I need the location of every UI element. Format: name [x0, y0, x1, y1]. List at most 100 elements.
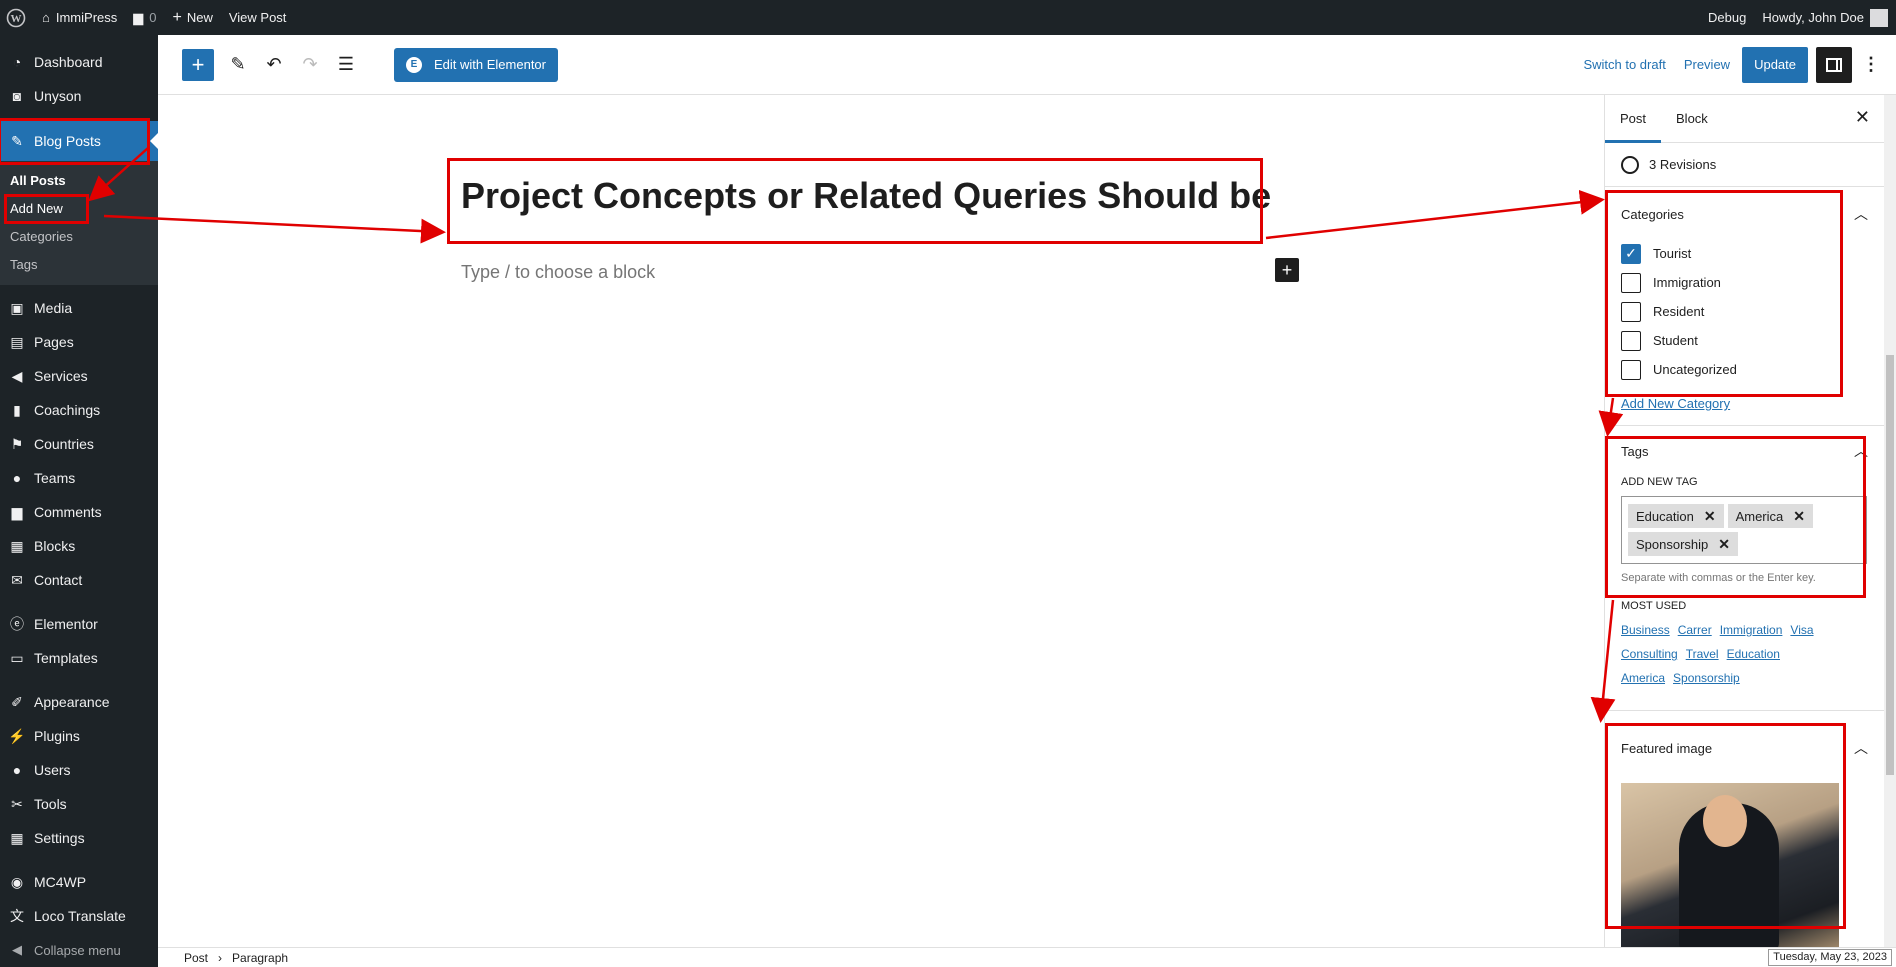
category-item[interactable]: Uncategorized [1605, 355, 1884, 384]
category-item[interactable]: ✓ Tourist [1605, 239, 1884, 268]
categories-panel-header[interactable]: Categories ︿ [1605, 189, 1884, 239]
breadcrumb-post[interactable]: Post [184, 951, 208, 965]
sidebar-item-blocks[interactable]: ▦ Blocks [0, 529, 158, 563]
sidebar-item-unyson[interactable]: ◙ Unyson [0, 79, 158, 113]
sidebar-item-contact[interactable]: ✉ Contact [0, 563, 158, 597]
sidebar-item-blog-posts[interactable]: ✎ Blog Posts [0, 121, 158, 161]
sidebar-item-loco-translate[interactable]: 文 Loco Translate [0, 899, 158, 933]
account-menu[interactable]: Howdy, John Doe [1754, 0, 1896, 35]
tag-input-field[interactable]: Education ✕ America ✕ Sponsorship ✕ [1621, 496, 1867, 564]
checkbox-icon[interactable] [1621, 272, 1641, 293]
sidebar-item-services[interactable]: ◀ Services [0, 359, 158, 393]
chevron-up-icon: ︿ [1854, 206, 1868, 222]
new-content-link[interactable]: + New [164, 0, 220, 35]
featured-image-thumbnail[interactable] [1621, 783, 1839, 947]
most-used-tag-link[interactable]: Consulting [1621, 642, 1678, 666]
mc4wp-icon: ◉ [10, 873, 24, 890]
inline-add-block-button[interactable]: + [1275, 258, 1299, 282]
category-item[interactable]: Immigration [1605, 268, 1884, 297]
add-new-category-link[interactable]: Add New Category [1605, 384, 1884, 411]
list-view-icon: ☰ [337, 54, 355, 74]
tools-button[interactable]: ✎ [222, 49, 254, 81]
sidebar-item-plugins[interactable]: ⚡ Plugins [0, 719, 158, 753]
pages-icon: ▤ [10, 333, 24, 350]
admin-sidebar: ◔ Dashboard ◙ Unyson ✎ Blog Posts All Posts… [0, 35, 158, 967]
submenu-add-new[interactable]: Add New [0, 195, 158, 223]
redo-button[interactable]: ↷ [294, 49, 326, 81]
sidebar-item-coachings[interactable]: ▮ Coachings [0, 393, 158, 427]
preview-button[interactable]: Preview [1684, 57, 1730, 72]
tags-panel-header[interactable]: Tags ︿ [1605, 426, 1884, 476]
user-icon: ● [12, 762, 22, 778]
sidebar-item-countries[interactable]: ⚑ Countries [0, 427, 158, 461]
photo-face [1703, 795, 1747, 847]
sidebar-item-teams[interactable]: ● Teams [0, 461, 158, 495]
remove-tag-icon[interactable]: ✕ [1793, 508, 1805, 525]
most-used-tag-link[interactable]: Sponsorship [1673, 666, 1740, 690]
view-post-link[interactable]: View Post [221, 0, 295, 35]
history-icon [1621, 155, 1639, 174]
most-used-tag-link[interactable]: Travel [1686, 642, 1719, 666]
checkbox-icon[interactable] [1621, 359, 1641, 380]
post-title[interactable]: Project Concepts or Related Queries Shou… [461, 175, 1271, 217]
submenu-tags[interactable]: Tags [0, 251, 158, 279]
remove-tag-icon[interactable]: ✕ [1718, 536, 1730, 553]
sidebar-item-elementor[interactable]: ⓔ Elementor [0, 607, 158, 641]
block-inserter-button[interactable]: + [182, 48, 214, 81]
edit-with-elementor-button[interactable]: E Edit with Elementor [394, 47, 558, 82]
close-icon[interactable]: ✕ [1855, 107, 1870, 128]
most-used-tag-link[interactable]: America [1621, 666, 1665, 690]
sidebar-item-dashboard[interactable]: ◔ Dashboard [0, 45, 158, 79]
block-breadcrumb: Post › Paragraph Tuesday, May 23, 2023 [158, 947, 1896, 967]
category-item[interactable]: Resident [1605, 297, 1884, 326]
checkbox-checked-icon[interactable]: ✓ [1621, 243, 1641, 264]
sidebar-item-settings[interactable]: ▦ Settings [0, 821, 158, 855]
submenu-all-posts[interactable]: All Posts [0, 167, 158, 195]
category-item[interactable]: Student [1605, 326, 1884, 355]
sidebar-item-media[interactable]: ▣ Media [0, 291, 158, 325]
revisions-link[interactable]: 3 Revisions [1605, 143, 1884, 187]
submenu-categories[interactable]: Categories [0, 223, 158, 251]
undo-button[interactable]: ↶ [258, 49, 290, 81]
checkbox-icon[interactable] [1621, 301, 1641, 322]
document-overview-button[interactable]: ☰ [330, 49, 362, 81]
blocks-icon: ▦ [10, 537, 24, 554]
plus-icon: + [172, 8, 182, 26]
wordpress-logo-icon[interactable]: W [0, 0, 34, 35]
sidebar-item-comments[interactable]: ▆ Comments [0, 495, 158, 529]
switch-to-draft-button[interactable]: Switch to draft [1583, 57, 1665, 72]
scrollbar-thumb[interactable] [1886, 355, 1894, 775]
sidebar-item-mc4wp[interactable]: ◉ MC4WP [0, 865, 158, 899]
chevron-up-icon: ︿ [1854, 443, 1868, 459]
debug-link[interactable]: Debug [1700, 0, 1754, 35]
panel-tabs: Post Block ✕ [1605, 95, 1884, 143]
brush-icon: ✐ [11, 693, 23, 710]
remove-tag-icon[interactable]: ✕ [1704, 508, 1716, 525]
sidebar-item-tools[interactable]: ✂ Tools [0, 787, 158, 821]
comments-link[interactable]: ▆ 0 [125, 0, 164, 35]
collapse-menu-button[interactable]: ◀ Collapse menu [0, 933, 158, 967]
sidebar-item-appearance[interactable]: ✐ Appearance [0, 685, 158, 719]
book-icon: ▮ [13, 401, 21, 418]
more-options-icon[interactable]: ⋮ [1862, 54, 1880, 75]
panel-scrollbar[interactable] [1884, 95, 1896, 947]
most-used-tag-link[interactable]: Education [1727, 642, 1780, 666]
site-name-link[interactable]: ⌂ ImmiPress [34, 0, 125, 35]
most-used-tag-link[interactable]: Business [1621, 618, 1670, 642]
sidebar-item-users[interactable]: ● Users [0, 753, 158, 787]
featured-image-panel-header[interactable]: Featured image ︿ [1605, 723, 1884, 773]
update-button[interactable]: Update [1742, 46, 1808, 83]
elementor-icon: ⓔ [10, 616, 24, 632]
breadcrumb-paragraph[interactable]: Paragraph [232, 951, 288, 965]
most-used-tag-link[interactable]: Visa [1790, 618, 1813, 642]
checkbox-icon[interactable] [1621, 330, 1641, 351]
settings-toggle-button[interactable] [1816, 46, 1852, 83]
block-placeholder[interactable]: Type / to choose a block [461, 262, 655, 283]
sidebar-item-pages[interactable]: ▤ Pages [0, 325, 158, 359]
tab-block[interactable]: Block [1661, 95, 1723, 143]
tab-post[interactable]: Post [1605, 95, 1661, 143]
sidebar-item-templates[interactable]: ▭ Templates [0, 641, 158, 675]
most-used-tag-link[interactable]: Immigration [1720, 618, 1783, 642]
comment-icon: ▆ [133, 9, 144, 25]
most-used-tag-link[interactable]: Carrer [1678, 618, 1712, 642]
